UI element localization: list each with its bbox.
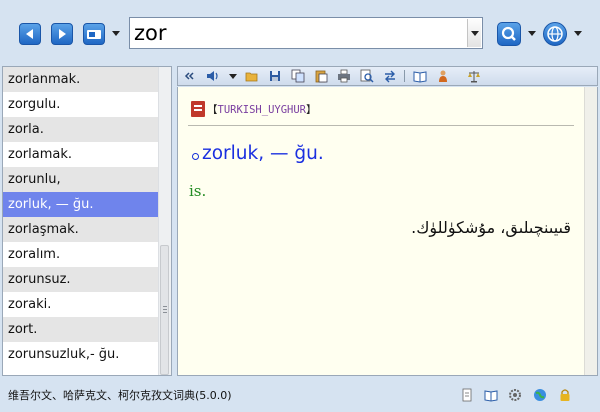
main-toolbar <box>0 0 600 66</box>
status-text: 维吾尔文、哈萨克文、柯尔克孜文词典(5.0.0) <box>8 389 232 402</box>
person-icon[interactable] <box>436 69 450 83</box>
open-folder-icon[interactable] <box>245 69 259 83</box>
word-list-item[interactable]: zorlanmak. <box>3 67 159 92</box>
clipboard-icon <box>87 30 101 39</box>
search-input[interactable] <box>134 20 464 46</box>
save-icon[interactable] <box>268 69 282 83</box>
dictionary-source-name: TURKISH_UYGHUR <box>217 104 307 116</box>
word-list-item[interactable]: zoralım. <box>3 242 159 267</box>
lock-icon[interactable] <box>558 387 572 401</box>
book-icon[interactable] <box>484 387 498 402</box>
document-icon[interactable] <box>460 387 474 402</box>
print-icon[interactable] <box>337 69 351 83</box>
language-button[interactable] <box>543 22 567 46</box>
swap-icon[interactable] <box>383 69 397 83</box>
collapse-icon[interactable] <box>182 69 196 83</box>
status-bar: 维吾尔文、哈萨克文、柯尔克孜文词典(5.0.0) <box>0 378 600 412</box>
dictionary-source-icon <box>191 101 205 117</box>
language-dropdown[interactable] <box>574 31 582 36</box>
source-divider <box>188 125 574 126</box>
search-box <box>129 17 483 49</box>
search-history-dropdown[interactable] <box>467 19 481 47</box>
speaker-dropdown[interactable] <box>229 74 237 79</box>
dictionary-source-label: 【TURKISH_UYGHUR】 <box>207 104 317 116</box>
back-icon <box>26 29 33 39</box>
chevron-down-icon <box>471 31 479 36</box>
search-button[interactable] <box>497 22 521 46</box>
word-list: zorlanmak. zorgulu. zorla. zorlamak. zorunlu… <box>2 66 172 376</box>
definition-scrollbar[interactable] <box>584 87 597 375</box>
part-of-speech: is. <box>189 182 207 200</box>
entry-headword: zorluk, — ğu. <box>202 143 324 164</box>
scrollbar-thumb[interactable] <box>160 245 169 375</box>
clipboard-button[interactable] <box>83 23 105 45</box>
word-list-item[interactable]: zoraki. <box>3 292 159 317</box>
bullet-icon <box>192 153 199 160</box>
globe-icon <box>547 26 563 42</box>
speaker-icon[interactable] <box>205 69 219 83</box>
toolbar-separator <box>404 70 405 82</box>
globe-icon[interactable] <box>533 387 547 401</box>
word-list-item-selected[interactable]: zorluk, — ğu. <box>3 192 159 217</box>
word-list-item[interactable]: zorla. <box>3 117 159 142</box>
back-button[interactable] <box>19 23 41 45</box>
word-list-item[interactable]: zorunsuz. <box>3 267 159 292</box>
forward-button[interactable] <box>51 23 73 45</box>
search-options-dropdown[interactable] <box>528 31 536 36</box>
preview-icon[interactable] <box>360 69 374 83</box>
settings-icon[interactable] <box>508 387 522 401</box>
word-list-item[interactable]: zorgulu. <box>3 92 159 117</box>
entry-definition: قىيىنچىلىق، مۇشكۈللۈك. <box>411 218 571 237</box>
content-toolbar <box>177 66 598 86</box>
book-icon[interactable] <box>413 69 427 83</box>
word-list-item[interactable]: zort. <box>3 317 159 342</box>
clipboard-dropdown-icon[interactable] <box>112 31 120 36</box>
paste-icon[interactable] <box>314 69 328 83</box>
copy-icon[interactable] <box>291 69 305 83</box>
word-list-item[interactable]: zorlaşmak. <box>3 217 159 242</box>
word-list-scrollbar[interactable] <box>158 67 171 375</box>
forward-icon <box>59 29 66 39</box>
definition-pane: 【TURKISH_UYGHUR】 zorluk, — ğu. is. قىيىن… <box>177 87 598 376</box>
search-icon <box>501 26 516 41</box>
word-list-item[interactable]: zorunlu, <box>3 167 159 192</box>
word-list-item[interactable]: zorlamak. <box>3 142 159 167</box>
scale-icon[interactable] <box>467 69 481 83</box>
word-list-item[interactable]: zorunsuzluk,- ğu. <box>3 342 159 367</box>
